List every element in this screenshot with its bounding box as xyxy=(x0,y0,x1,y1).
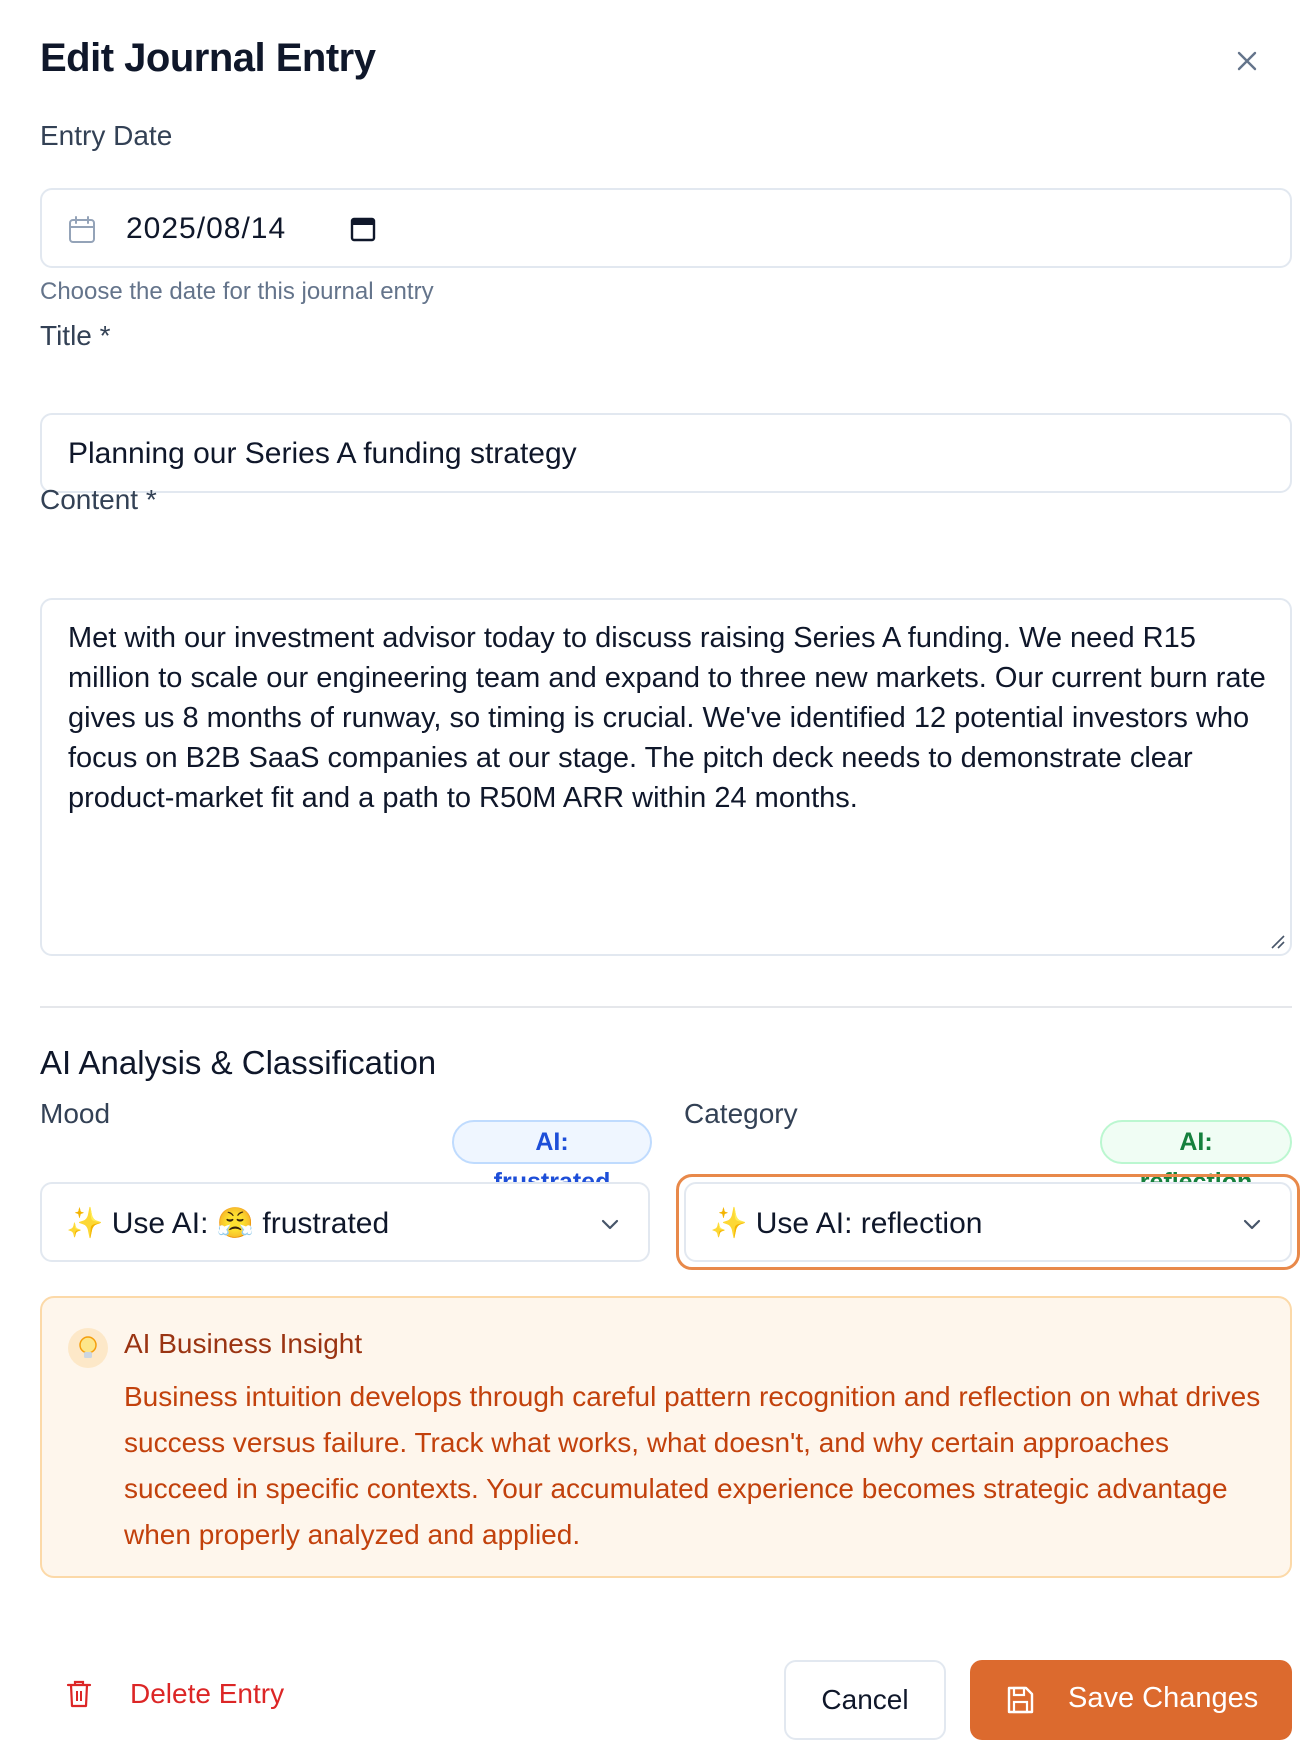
mood-select[interactable]: ✨ Use AI: 😤 frustrated xyxy=(40,1182,650,1262)
lightbulb-icon xyxy=(68,1328,108,1368)
save-icon xyxy=(1004,1684,1036,1716)
entry-date-value: 2025/08/14 xyxy=(126,212,287,245)
mood-label: Mood xyxy=(40,1098,111,1129)
dialog-title: Edit Journal Entry xyxy=(40,36,376,80)
edit-journal-entry-dialog: Edit Journal Entry Entry Date 2025/08/14… xyxy=(0,0,1316,1754)
ai-section-title: AI Analysis & Classification xyxy=(40,1044,437,1081)
chevron-down-icon xyxy=(1240,1212,1264,1236)
insight-body: Business intuition develops through care… xyxy=(124,1381,1261,1550)
chevron-down-icon xyxy=(598,1212,622,1236)
calendar-icon xyxy=(66,214,98,246)
save-changes-label: Save Changes xyxy=(1068,1682,1259,1714)
category-label: Category xyxy=(684,1098,798,1129)
category-select[interactable]: ✨ Use AI: reflection xyxy=(684,1182,1292,1262)
content-value: Met with our investment advisor today to… xyxy=(68,622,1266,814)
cancel-button[interactable]: Cancel xyxy=(784,1660,946,1740)
trash-icon xyxy=(64,1678,94,1710)
content-textarea[interactable]: Met with our investment advisor today to… xyxy=(40,598,1292,956)
category-ai-badge: AI: reflection xyxy=(1100,1120,1292,1196)
save-changes-button[interactable]: Save Changes xyxy=(970,1660,1292,1740)
close-icon[interactable] xyxy=(1232,46,1262,76)
insight-title: AI Business Insight xyxy=(124,1328,363,1359)
title-input[interactable]: Planning our Series A funding strategy xyxy=(40,413,1292,493)
ai-insight-card: AI Business Insight Business intuition d… xyxy=(40,1296,1292,1578)
category-select-value: ✨ Use AI: reflection xyxy=(710,1207,983,1240)
mood-select-value: ✨ Use AI: 😤 frustrated xyxy=(66,1207,390,1240)
date-picker-icon[interactable] xyxy=(348,214,378,244)
entry-date-input[interactable]: 2025/08/14 xyxy=(40,188,1292,268)
section-divider xyxy=(40,1006,1292,1008)
entry-date-label: Entry Date xyxy=(40,120,173,151)
mood-ai-badge: AI: frustrated xyxy=(452,1120,652,1196)
title-label: Title * xyxy=(40,320,111,351)
title-value: Planning our Series A funding strategy xyxy=(68,437,577,470)
entry-date-help: Choose the date for this journal entry xyxy=(40,278,434,305)
resize-handle-icon[interactable] xyxy=(1268,932,1286,950)
content-label: Content * xyxy=(40,484,157,515)
delete-entry-label: Delete Entry xyxy=(130,1678,285,1709)
